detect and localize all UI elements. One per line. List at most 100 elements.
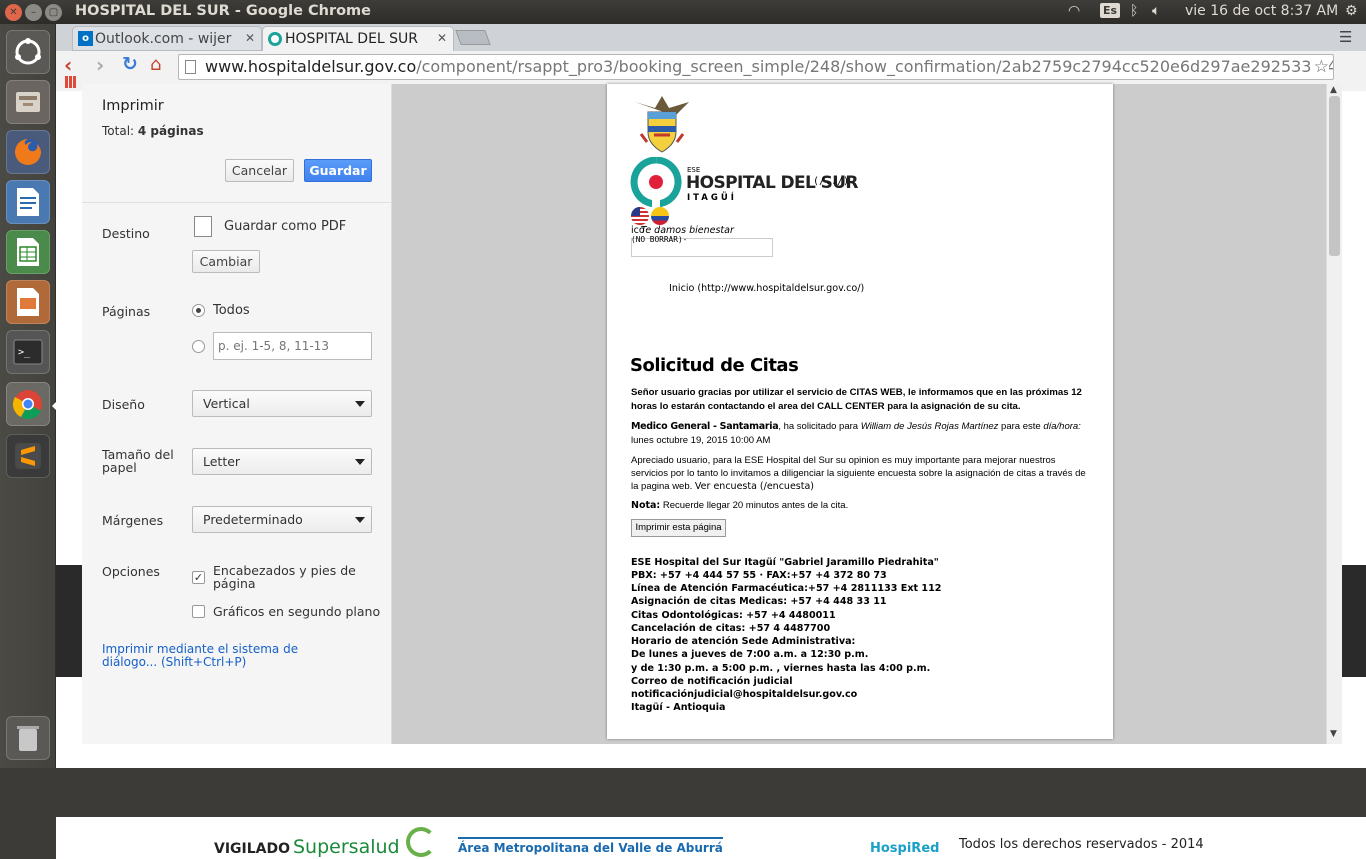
url-domain: www.hospitaldelsur.gov.co	[205, 57, 417, 76]
pages-custom-radio[interactable]	[192, 340, 205, 353]
url-path: /component/rsappt_pro3/booking_screen_si…	[416, 57, 1333, 76]
no-borrar-text: (NO BORRAR)-	[631, 235, 688, 244]
footer-line: Asignación de citas Medicas: +57 +4 448 …	[631, 596, 887, 607]
nota-text: Recuerde llegar 20 minutos antes de la c…	[660, 500, 849, 511]
ubuntu-dash-icon[interactable]	[6, 30, 50, 74]
cancel-button[interactable]: Cancelar	[225, 159, 294, 182]
rights-text: Todos los derechos reservados - 2014	[959, 837, 1204, 852]
system-dialog-link[interactable]: Imprimir mediante el sistema de diálogo.…	[102, 643, 352, 669]
survey-link[interactable]: Ver encuesta (/encuesta)	[695, 481, 814, 492]
wifi-icon[interactable]: ◠	[1068, 3, 1080, 19]
options-label: Opciones	[102, 564, 160, 579]
tab-strip: o Outlook.com - wijer ✕ HOSPITAL DEL SUR…	[56, 24, 1366, 51]
page-heading: Solicitud de Citas	[630, 355, 799, 376]
window-title: HOSPITAL DEL SUR - Google Chrome	[75, 3, 372, 19]
appointment-date: lunes octubre 19, 2015 10:00 AM	[631, 435, 771, 446]
paper-size-label: Tamaño del papel	[102, 447, 174, 475]
footer-line: Citas Odontológicas: +57 +4 4480011	[631, 610, 836, 621]
pdf-document-icon	[194, 216, 212, 237]
preview-scrollbar[interactable]: ▲ ▼	[1326, 84, 1342, 744]
tab-hospital-del-sur[interactable]: HOSPITAL DEL SUR ✕	[262, 26, 454, 51]
coat-of-arms-icon	[631, 92, 693, 156]
scrollbar-thumb[interactable]	[1329, 96, 1340, 256]
total-value: 4 páginas	[137, 124, 204, 138]
save-button[interactable]: Guardar	[304, 159, 372, 182]
new-tab-button[interactable]	[455, 30, 491, 45]
paper-size-select[interactable]: Letter	[192, 448, 372, 475]
footer-line: ESE Hospital del Sur Itagüí "Gabriel Jar…	[631, 557, 939, 568]
files-icon[interactable]	[6, 80, 50, 124]
settings-gear-icon[interactable]: ⚙	[1345, 3, 1358, 19]
impress-icon[interactable]	[6, 280, 50, 324]
para-este-text: para este	[998, 421, 1044, 432]
svg-text:>_: >_	[18, 347, 31, 358]
scroll-down-icon[interactable]: ▼	[1330, 729, 1337, 739]
window-title-bar: ✕ – ▢ HOSPITAL DEL SUR - Google Chrome ◠…	[0, 0, 1366, 24]
bluetooth-icon[interactable]: ᛒ	[1130, 3, 1138, 19]
forward-icon[interactable]: ›	[96, 53, 104, 77]
dia-hora-text: día/hora:	[1043, 421, 1081, 432]
pages-all-radio[interactable]	[192, 304, 205, 317]
sublime-text-icon[interactable]	[6, 434, 50, 478]
calc-icon[interactable]	[6, 230, 50, 274]
close-tab-icon[interactable]: ✕	[245, 31, 255, 45]
chrome-icon[interactable]	[6, 382, 50, 426]
browser-toolbar: ‹ › ↻ ⌂ www.hospitaldelsur.gov.co/compon…	[56, 51, 1366, 81]
clock[interactable]: vie 16 de oct 8:37 AM	[1185, 3, 1338, 19]
page-total: Total: 4 páginas	[102, 124, 204, 138]
chrome-menu-icon[interactable]: ☰	[1339, 28, 1352, 46]
footer-line: Línea de Atención Farmacéutica:+57 +4 28…	[631, 583, 942, 594]
hospital-favicon-icon	[268, 32, 282, 46]
volume-icon[interactable]: 🔈︎	[1152, 3, 1160, 19]
change-destination-button[interactable]: Cambiar	[192, 250, 260, 273]
patient-name: William de Jesús Rojas Martínez	[860, 421, 999, 432]
outlook-icon: o	[78, 31, 93, 46]
us-flag-icon[interactable]	[631, 207, 649, 225]
logo-suffix: (/../)	[813, 176, 850, 187]
print-title: Imprimir	[102, 98, 164, 114]
margins-select[interactable]: Predeterminado	[192, 506, 372, 533]
inicio-link[interactable]: Inicio (http://www.hospitaldelsur.gov.co…	[669, 283, 864, 294]
tab-outlook[interactable]: o Outlook.com - wijer ✕	[72, 26, 262, 51]
supersalud-logo-text: Supersalud	[293, 836, 400, 858]
back-icon[interactable]: ‹	[64, 53, 72, 77]
footer-line: Itagüí - Antioquia	[631, 702, 726, 713]
writer-icon[interactable]	[6, 180, 50, 224]
footer-line: y de 1:30 p.m. a 5:00 p.m. , viernes has…	[631, 663, 931, 674]
destination-value: Guardar como PDF	[224, 219, 347, 234]
margins-label: Márgenes	[102, 513, 164, 528]
keyboard-language-indicator[interactable]: Es	[1100, 3, 1121, 18]
minimize-window-button[interactable]: –	[25, 4, 42, 21]
footer-line: PBX: +57 +4 444 57 55 · FAX:+57 +4 372 8…	[631, 570, 887, 581]
print-page-button[interactable]: Imprimir esta página	[631, 519, 726, 537]
layout-select[interactable]: Vertical	[192, 390, 372, 417]
pages-all-label: Todos	[213, 303, 250, 318]
headers-footers-checkbox[interactable]: ✓	[192, 571, 205, 584]
footer-line: Cancelación de citas: +57 4 4487700	[631, 623, 831, 634]
pages-label: Páginas	[102, 304, 151, 319]
hospired-logo-text: HospiRed	[870, 841, 940, 856]
pages-range-input[interactable]	[213, 332, 372, 360]
page-info-icon[interactable]	[185, 60, 196, 74]
terminal-icon[interactable]: >_	[6, 330, 50, 374]
close-window-button[interactable]: ✕	[5, 4, 22, 21]
trash-icon[interactable]	[6, 716, 50, 760]
layout-label: Diseño	[102, 397, 145, 412]
reload-icon[interactable]: ↻	[122, 53, 138, 75]
close-tab-icon[interactable]: ✕	[437, 31, 447, 45]
system-tray: ◠ Es ᛒ 🔈︎ vie 16 de oct 8:37 AM ⚙	[1060, 0, 1366, 24]
bookmark-star-icon[interactable]: ☆	[1310, 55, 1329, 79]
tab-label: HOSPITAL DEL SUR	[285, 31, 419, 47]
scroll-up-icon[interactable]: ▲	[1330, 85, 1337, 95]
home-icon[interactable]: ⌂	[150, 54, 161, 75]
background-graphics-checkbox[interactable]	[192, 605, 205, 618]
area-metropolitana-text: Área Metropolitana del Valle de Aburrá	[458, 837, 723, 855]
firefox-icon[interactable]	[6, 130, 50, 174]
maximize-window-button[interactable]: ▢	[45, 4, 62, 21]
solicitado-text: , ha solicitado para	[778, 421, 861, 432]
vigilado-text: VIGILADO	[214, 841, 291, 857]
paper-size-value: Letter	[203, 454, 241, 469]
address-bar[interactable]: www.hospitaldelsur.gov.co/component/rsap…	[178, 54, 1334, 80]
apps-icon[interactable]	[65, 76, 77, 88]
colombia-flag-icon[interactable]	[651, 207, 669, 225]
